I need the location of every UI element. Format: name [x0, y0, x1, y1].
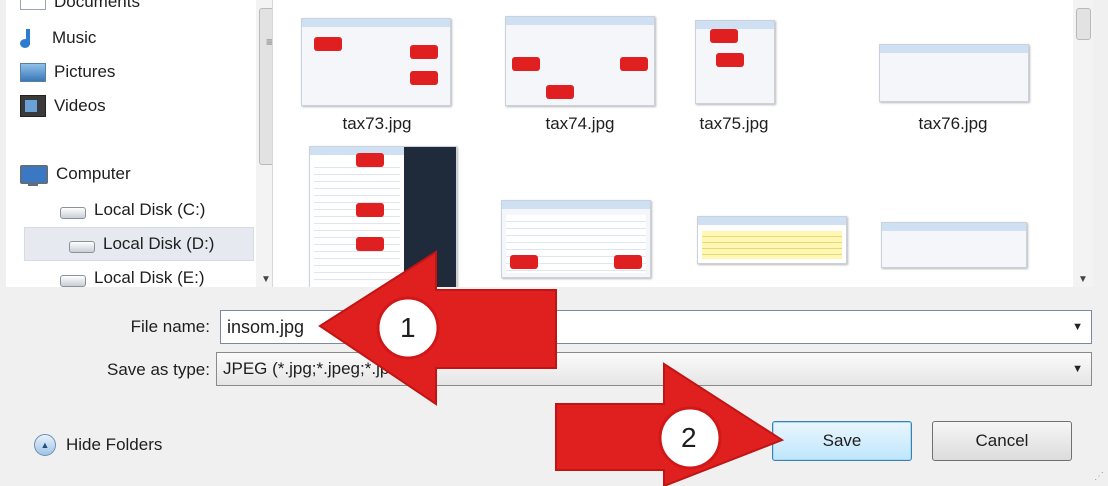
- annotation-number-1: 1: [400, 312, 416, 343]
- annotation-number-2: 2: [681, 422, 697, 453]
- save-as-dialog: Documents Music Pictures Videos Computer…: [0, 0, 1108, 486]
- annotation-overlay: [318, 250, 785, 486]
